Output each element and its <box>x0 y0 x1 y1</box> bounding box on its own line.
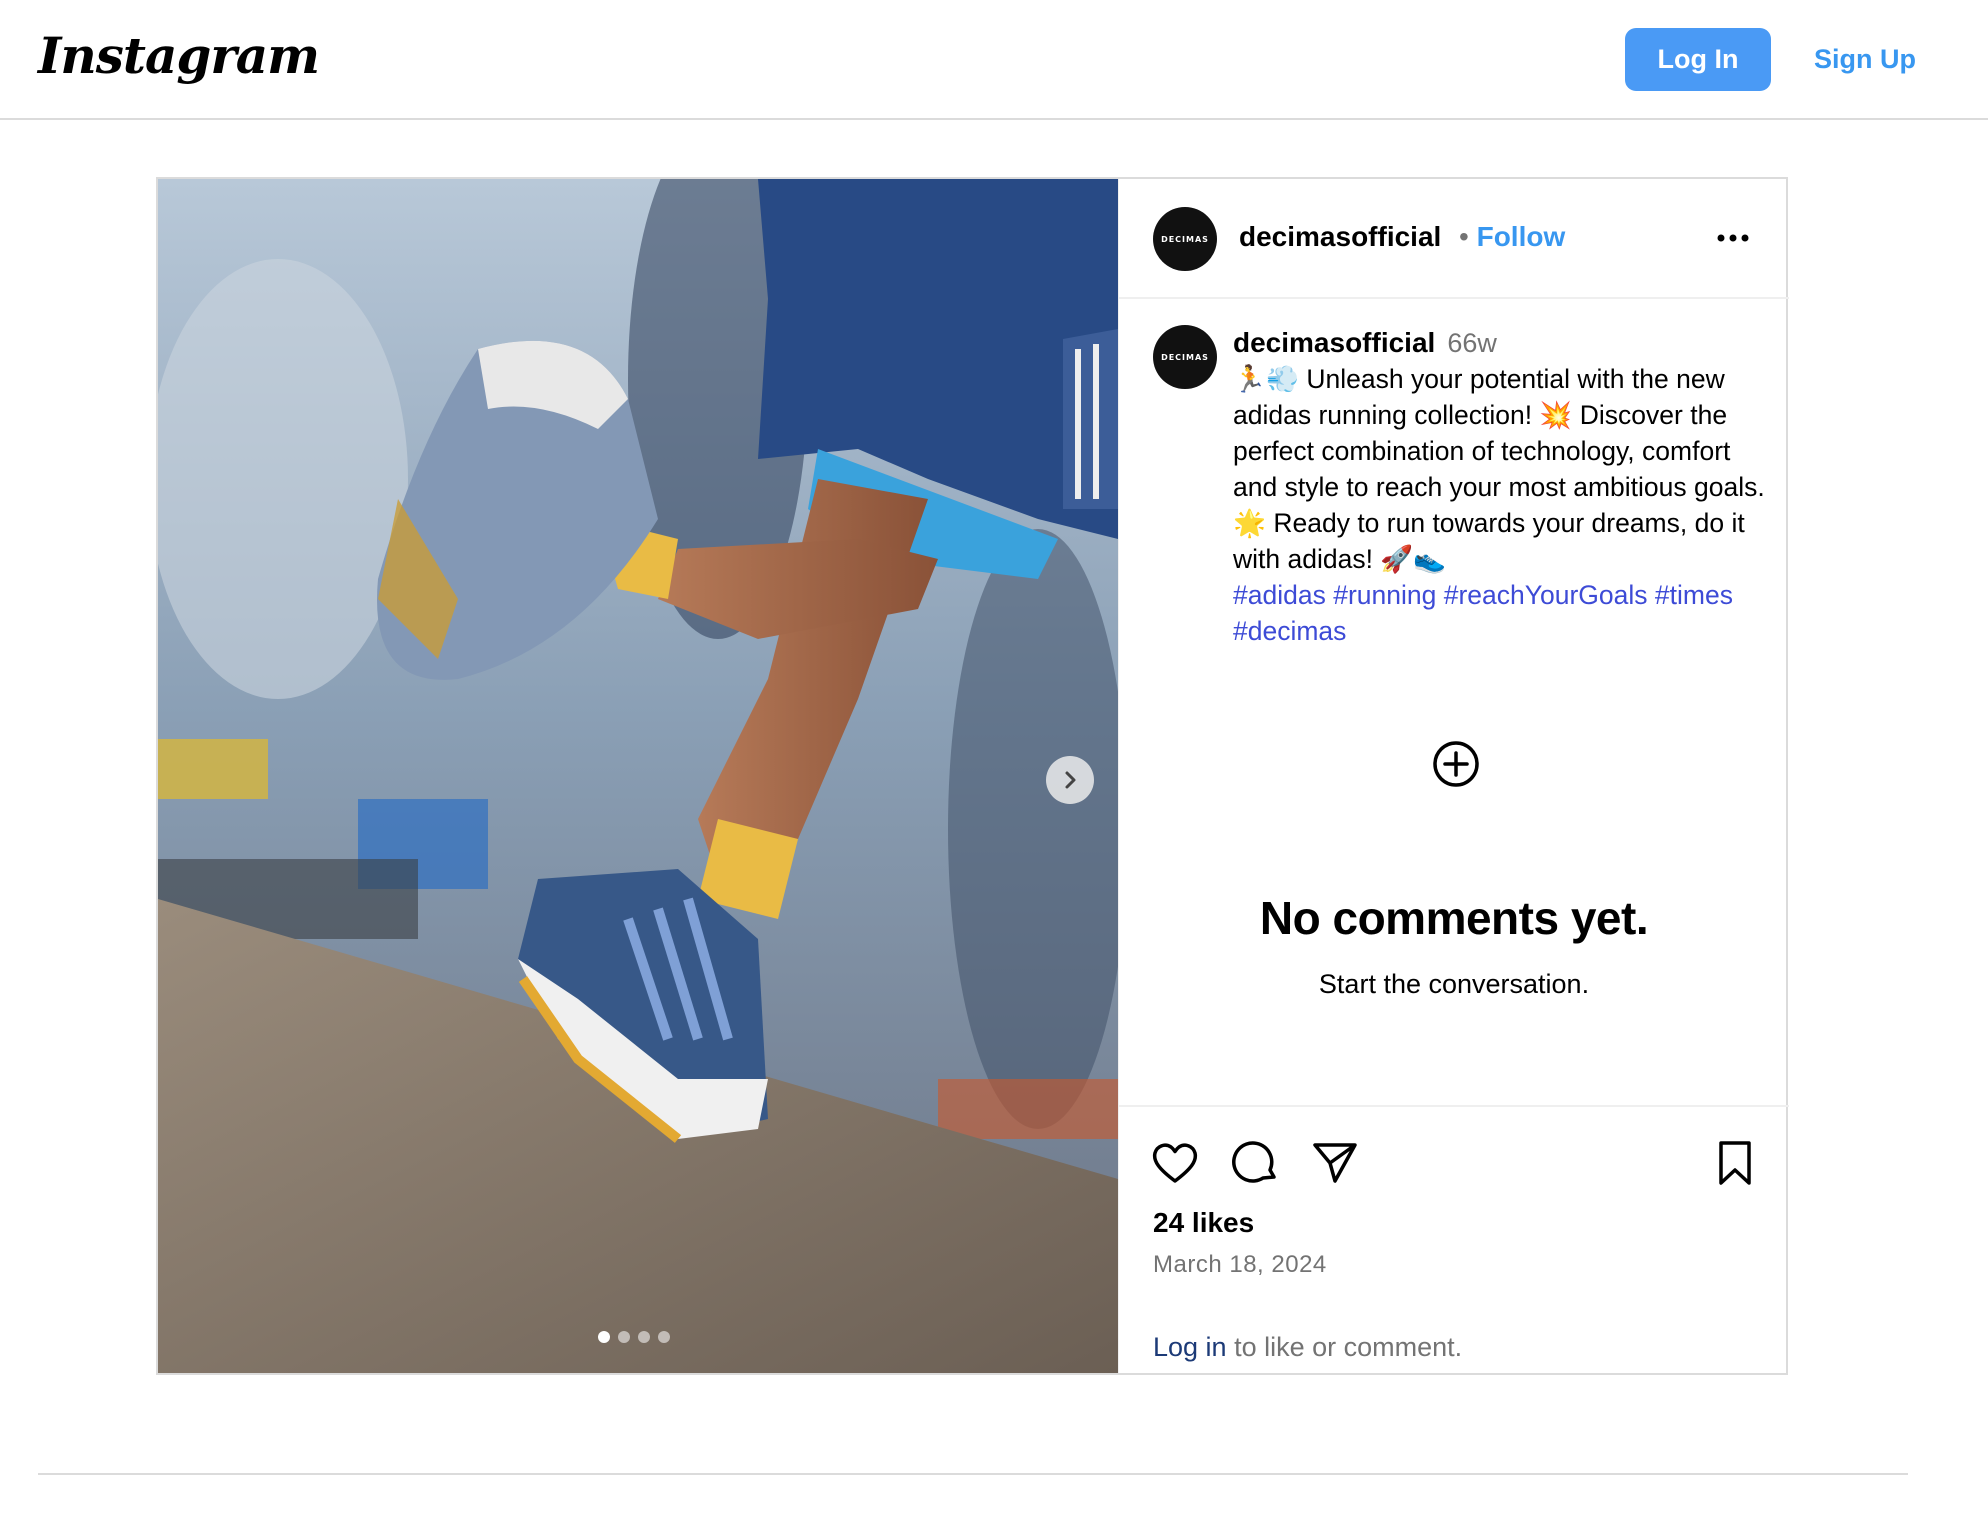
comment-icon[interactable] <box>1229 1137 1281 1189</box>
caption-text: 🏃💨 Unleash your potential with the new a… <box>1233 364 1765 574</box>
post-side-panel: DECIMAS decimasofficial • Follow DECIMAS… <box>1118 179 1789 1373</box>
hashtag-link[interactable]: #decimas <box>1233 616 1346 646</box>
carousel-dot <box>618 1331 630 1343</box>
follow-separator: • <box>1459 221 1469 252</box>
log-in-button[interactable]: Log In <box>1625 28 1771 91</box>
no-comments-title: No comments yet. <box>1259 892 1649 944</box>
add-circle-icon[interactable] <box>1431 739 1481 789</box>
post-header: DECIMAS decimasofficial • Follow <box>1119 179 1789 299</box>
bookmark-icon[interactable] <box>1709 1137 1761 1189</box>
more-horizontal-icon[interactable] <box>1713 223 1753 253</box>
carousel-dot <box>598 1331 610 1343</box>
running-shoes-photo <box>158 179 1118 1373</box>
post-caption: decimasofficial 66w 🏃💨 Unleash your poten… <box>1233 325 1773 649</box>
share-icon[interactable] <box>1309 1137 1361 1189</box>
log-in-link[interactable]: Log in <box>1153 1332 1227 1362</box>
hashtag-link[interactable]: #adidas <box>1233 580 1326 610</box>
post-card: DECIMAS decimasofficial • Follow DECIMAS… <box>156 177 1789 1375</box>
footer-divider <box>38 1473 1908 1475</box>
carousel-next-button[interactable] <box>1046 756 1094 804</box>
chevron-right-icon <box>1065 771 1076 789</box>
caption-username[interactable]: decimasofficial <box>1233 327 1435 358</box>
carousel-dot <box>638 1331 650 1343</box>
top-navigation-bar: Instagram Log In Sign Up <box>0 0 1988 120</box>
follow-button[interactable]: Follow <box>1477 221 1566 252</box>
heart-icon[interactable] <box>1149 1137 1201 1189</box>
carousel-dot <box>658 1331 670 1343</box>
hashtag-link[interactable]: #reachYourGoals <box>1444 580 1648 610</box>
hashtag-link[interactable]: #times <box>1655 580 1733 610</box>
post-actions: 24 likes March 18, 2024 Log in to like o… <box>1119 1105 1789 1375</box>
no-comments-subtitle: Start the conversation. <box>1318 969 1590 999</box>
login-prompt: Log in to like or comment. <box>1153 1332 1462 1363</box>
sign-up-link[interactable]: Sign Up <box>1790 28 1940 91</box>
follow-group: • Follow <box>1459 221 1565 253</box>
likes-count[interactable]: 24 likes <box>1153 1207 1254 1239</box>
avatar[interactable]: DECIMAS <box>1153 207 1217 271</box>
post-username[interactable]: decimasofficial <box>1239 221 1441 253</box>
post-date: March 18, 2024 <box>1153 1251 1327 1278</box>
carousel-indicator <box>598 1331 670 1343</box>
instagram-logo[interactable]: Instagram <box>38 26 320 85</box>
caption-hashtags: #adidas #running #reachYourGoals #times … <box>1233 577 1773 649</box>
post-image[interactable] <box>158 179 1118 1373</box>
caption-avatar[interactable]: DECIMAS <box>1153 325 1217 389</box>
caption-timestamp[interactable]: 66w <box>1447 328 1497 358</box>
login-prompt-text: to like or comment. <box>1226 1332 1463 1362</box>
hashtag-link[interactable]: #running <box>1333 580 1436 610</box>
